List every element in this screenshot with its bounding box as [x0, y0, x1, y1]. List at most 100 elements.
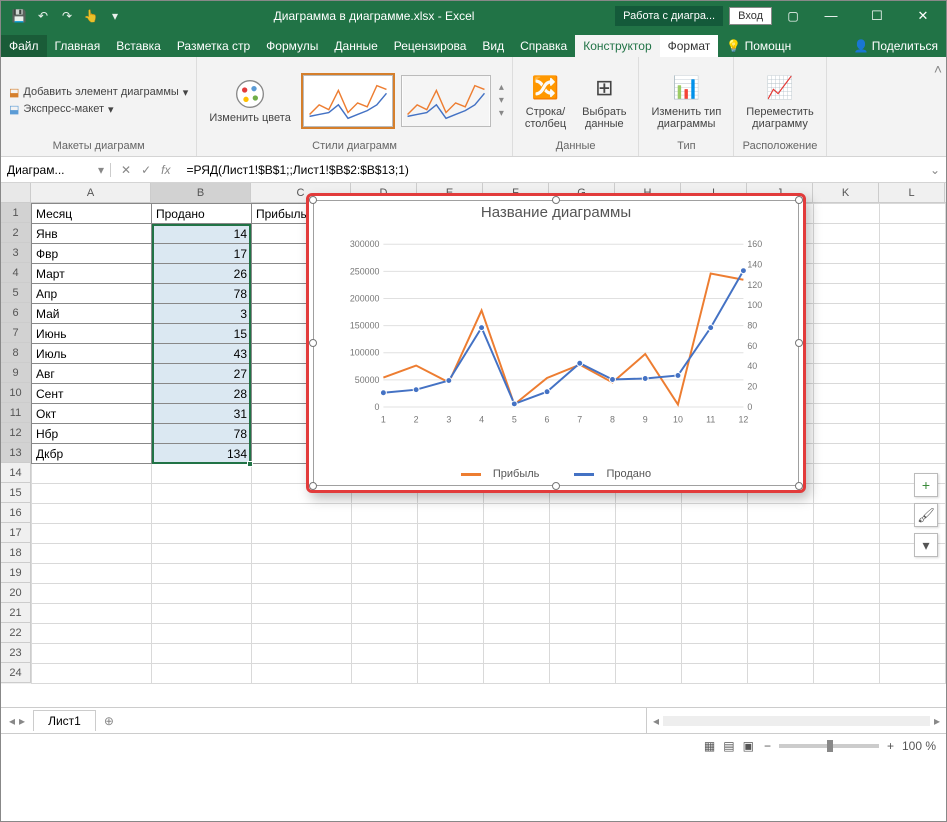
cell[interactable] [814, 424, 880, 444]
cell[interactable] [880, 644, 946, 664]
cell[interactable] [484, 524, 550, 544]
legend-item-profit[interactable]: Прибыль [453, 468, 548, 480]
collapse-ribbon-icon[interactable]: ˄ [930, 57, 946, 156]
row-header[interactable]: 12 [1, 423, 31, 443]
cell[interactable] [152, 644, 252, 664]
row-header[interactable]: 15 [1, 483, 31, 503]
column-header[interactable]: L [879, 183, 945, 202]
cell[interactable] [152, 604, 252, 624]
zoom-out-button[interactable]: − [764, 739, 771, 753]
cell[interactable] [814, 564, 880, 584]
cell[interactable] [352, 544, 418, 564]
row-header[interactable]: 5 [1, 283, 31, 303]
qat-dropdown-icon[interactable]: ▾ [107, 9, 123, 23]
cell[interactable] [252, 524, 352, 544]
cell[interactable] [814, 524, 880, 544]
style-scroll-down[interactable]: ▾ [499, 95, 504, 106]
cell[interactable] [814, 464, 880, 484]
cell[interactable] [32, 544, 152, 564]
cell[interactable] [352, 604, 418, 624]
cell[interactable] [550, 664, 616, 684]
minimize-button[interactable]: — [808, 8, 854, 24]
cell[interactable] [32, 504, 152, 524]
cell[interactable]: 26 [152, 264, 252, 284]
cell[interactable] [550, 544, 616, 564]
cell[interactable] [418, 664, 484, 684]
cell[interactable] [352, 564, 418, 584]
row-header[interactable]: 2 [1, 223, 31, 243]
cell[interactable] [814, 344, 880, 364]
cell[interactable] [814, 264, 880, 284]
zoom-in-button[interactable]: + [887, 739, 894, 753]
row-header[interactable]: 3 [1, 243, 31, 263]
quick-layout-button[interactable]: ⬓ Экспресс-макет▾ [9, 103, 188, 116]
cell[interactable] [616, 604, 682, 624]
add-sheet-button[interactable]: ⊕ [104, 714, 114, 728]
chevron-down-icon[interactable]: ▾ [98, 163, 104, 177]
hscroll-left-icon[interactable]: ◂ [653, 714, 659, 728]
row-header[interactable]: 24 [1, 663, 31, 683]
cell[interactable] [682, 604, 748, 624]
cell[interactable] [352, 644, 418, 664]
cell[interactable] [814, 624, 880, 644]
normal-view-icon[interactable]: ▦ [704, 739, 715, 753]
cell[interactable] [880, 324, 946, 344]
cell[interactable] [252, 544, 352, 564]
cell[interactable] [814, 404, 880, 424]
cell[interactable] [484, 664, 550, 684]
close-button[interactable]: ✕ [900, 8, 946, 24]
cell[interactable] [418, 644, 484, 664]
cell[interactable]: Май [32, 304, 152, 324]
formula-input[interactable]: =РЯД(Лист1!$B$1;;Лист1!$B$2:$B$13;1) [180, 163, 923, 177]
cell[interactable] [880, 364, 946, 384]
cell[interactable] [748, 604, 814, 624]
resize-handle[interactable] [795, 339, 803, 347]
chart-elements-button[interactable]: + [914, 473, 938, 497]
cell[interactable] [418, 604, 484, 624]
cell[interactable] [550, 644, 616, 664]
cell[interactable]: 31 [152, 404, 252, 424]
cell[interactable] [748, 664, 814, 684]
select-all-corner[interactable] [1, 183, 31, 202]
cell[interactable] [880, 404, 946, 424]
tab-help[interactable]: Справка [512, 35, 575, 57]
touch-mode-icon[interactable]: 👆 [83, 9, 99, 23]
cell[interactable] [418, 624, 484, 644]
cell[interactable] [352, 504, 418, 524]
cell[interactable]: Март [32, 264, 152, 284]
cell[interactable] [748, 644, 814, 664]
cell[interactable] [880, 204, 946, 224]
cell[interactable] [418, 504, 484, 524]
cell[interactable] [880, 384, 946, 404]
resize-handle[interactable] [795, 196, 803, 204]
cell[interactable] [418, 524, 484, 544]
cell[interactable] [880, 304, 946, 324]
cell[interactable] [814, 604, 880, 624]
tab-insert[interactable]: Вставка [108, 35, 169, 57]
resize-handle[interactable] [552, 482, 560, 490]
zoom-level[interactable]: 100 % [902, 739, 936, 753]
style-scroll-up[interactable]: ▴ [499, 82, 504, 93]
cell[interactable] [880, 264, 946, 284]
cell[interactable] [252, 604, 352, 624]
cell[interactable] [550, 504, 616, 524]
cell[interactable] [252, 504, 352, 524]
cell[interactable] [616, 584, 682, 604]
cell[interactable] [880, 604, 946, 624]
zoom-slider[interactable] [779, 744, 879, 748]
cell[interactable] [152, 484, 252, 504]
cell[interactable] [814, 504, 880, 524]
cell[interactable] [814, 284, 880, 304]
cell[interactable] [550, 624, 616, 644]
cell[interactable] [550, 604, 616, 624]
tab-page-layout[interactable]: Разметка стр [169, 35, 258, 57]
cell[interactable]: Дкбр [32, 444, 152, 464]
cell[interactable] [814, 484, 880, 504]
cell[interactable] [152, 564, 252, 584]
cell[interactable] [484, 564, 550, 584]
cell[interactable] [814, 664, 880, 684]
cell[interactable] [880, 444, 946, 464]
sheet-tab-1[interactable]: Лист1 [33, 710, 96, 731]
cell[interactable] [418, 584, 484, 604]
prev-sheet-icon[interactable]: ◂ [9, 714, 15, 728]
